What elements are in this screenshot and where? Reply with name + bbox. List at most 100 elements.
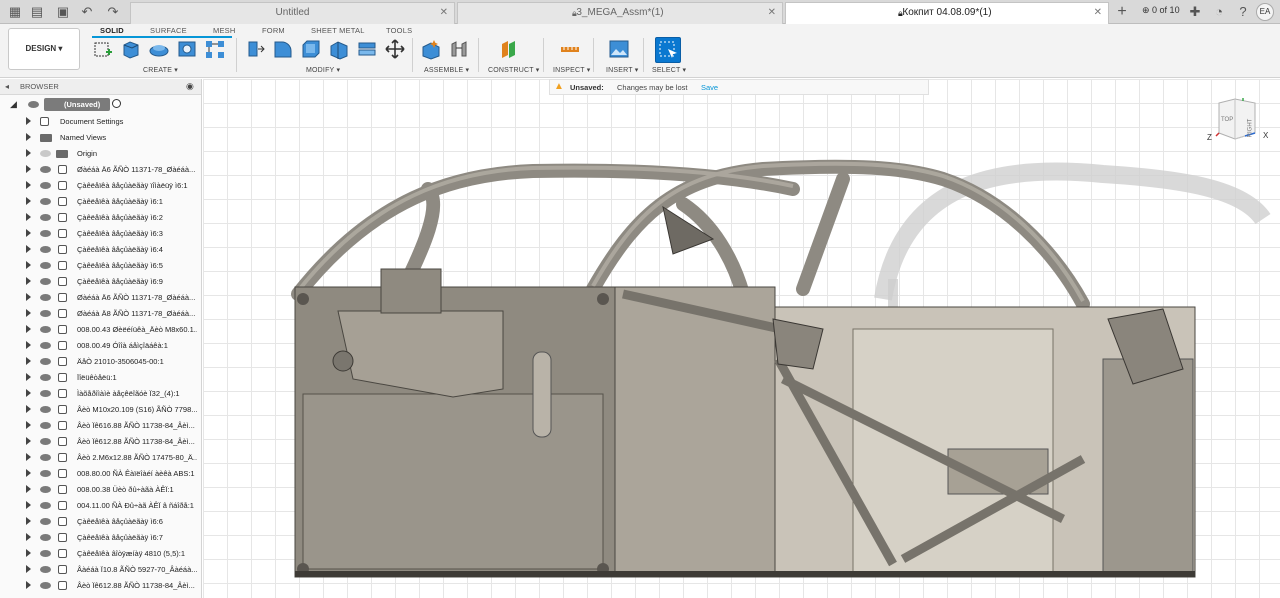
expand-icon[interactable]: ◢ xyxy=(10,99,17,110)
browser-item[interactable]: Âèò 2.M6x12.88 ÃÑÒ 17475-80_Ä... xyxy=(0,450,202,466)
browser-item[interactable]: Ïîëüêòåëü:1 xyxy=(0,370,202,386)
expand-arrow-icon[interactable] xyxy=(26,245,31,253)
browser-item[interactable]: Âèò Ïê612.88 ÃÑÒ 11738-84_Âèì... xyxy=(0,434,202,450)
expand-arrow-icon[interactable] xyxy=(26,421,31,429)
tab-mesh[interactable]: MESH xyxy=(213,26,235,35)
tab-surface[interactable]: SURFACE xyxy=(150,26,187,35)
combine-icon[interactable] xyxy=(356,38,378,60)
visibility-icon[interactable] xyxy=(40,374,51,381)
expand-arrow-icon[interactable] xyxy=(26,133,31,141)
browser-root[interactable]: ◢ (Unsaved) xyxy=(0,98,202,112)
tab-mega-assm[interactable]: 🔒︎ 3_MEGA_Assm*(1) ✕ xyxy=(457,2,783,24)
tab-solid[interactable]: SOLID xyxy=(100,26,124,35)
expand-arrow-icon[interactable] xyxy=(26,389,31,397)
browser-item[interactable]: Document Settings xyxy=(0,114,202,130)
expand-arrow-icon[interactable] xyxy=(26,149,31,157)
browser-item[interactable]: Çàêëåïêà âåçûàëãàÿ ì6:7 xyxy=(0,530,202,546)
browser-item[interactable]: 004.11.00 ÑÀ Ðû÷àã ÀÊÏ â ñáîðå:1 xyxy=(0,498,202,514)
expand-arrow-icon[interactable] xyxy=(26,229,31,237)
measure-icon[interactable] xyxy=(559,38,581,60)
tab-untitled[interactable]: Untitled ✕ xyxy=(130,2,455,24)
visibility-icon[interactable] xyxy=(40,278,51,285)
extensions-icon[interactable]: ✚ xyxy=(1186,3,1204,21)
tab-form[interactable]: FORM xyxy=(262,26,285,35)
expand-arrow-icon[interactable] xyxy=(26,581,31,589)
visibility-icon[interactable] xyxy=(40,150,51,157)
job-status[interactable]: ⊕ 0 of 10 xyxy=(1142,5,1180,16)
browser-item[interactable]: Çàêëåïêà âåçûàëãàÿ ì6:5 xyxy=(0,258,202,274)
pin-icon[interactable]: ◉ xyxy=(186,81,194,92)
visibility-icon[interactable] xyxy=(40,182,51,189)
visibility-icon[interactable] xyxy=(40,534,51,541)
expand-arrow-icon[interactable] xyxy=(26,181,31,189)
visibility-icon[interactable] xyxy=(40,358,51,365)
workspace-switcher[interactable]: DESIGN ▾ xyxy=(8,28,80,70)
activate-radio[interactable] xyxy=(112,99,121,108)
inspect-menu[interactable]: INSPECT ▾ xyxy=(553,66,590,74)
create-menu[interactable]: CREATE ▾ xyxy=(143,66,178,74)
expand-arrow-icon[interactable] xyxy=(26,261,31,269)
assemble-menu[interactable]: ASSEMBLE ▾ xyxy=(424,66,469,74)
visibility-icon[interactable] xyxy=(40,582,51,589)
create-sketch-icon[interactable] xyxy=(92,38,114,60)
notifications-icon[interactable]: ◔ xyxy=(1210,3,1228,21)
select-menu[interactable]: SELECT ▾ xyxy=(652,66,686,74)
expand-arrow-icon[interactable] xyxy=(26,517,31,525)
expand-arrow-icon[interactable] xyxy=(26,325,31,333)
avatar[interactable]: EA xyxy=(1256,3,1274,21)
insert-image-icon[interactable] xyxy=(608,38,630,60)
offset-plane-icon[interactable] xyxy=(499,38,521,60)
browser-item[interactable]: 008.00.38 Üèò ðû÷àãà ÀÊÏ:1 xyxy=(0,482,202,498)
close-icon[interactable]: ✕ xyxy=(1094,3,1102,23)
visibility-icon[interactable] xyxy=(40,454,51,461)
close-icon[interactable]: ✕ xyxy=(768,3,776,23)
visibility-icon[interactable] xyxy=(40,326,51,333)
new-component-icon[interactable] xyxy=(420,38,442,60)
visibility-icon[interactable] xyxy=(40,470,51,477)
browser-item[interactable]: Âèò M10x20.109 (S16) ÃÑÒ 7798... xyxy=(0,402,202,418)
visibility-icon[interactable] xyxy=(40,166,51,173)
expand-arrow-icon[interactable] xyxy=(26,549,31,557)
expand-arrow-icon[interactable] xyxy=(26,453,31,461)
expand-arrow-icon[interactable] xyxy=(26,469,31,477)
joint-icon[interactable] xyxy=(448,38,470,60)
expand-arrow-icon[interactable] xyxy=(26,501,31,509)
browser-item[interactable]: Çàêëåïêà âîòÿæíàÿ 4810 (5,5):1 xyxy=(0,546,202,562)
browser-item[interactable]: Çàêëåïêà âåçûàëãàÿ ì6:1 xyxy=(0,194,202,210)
tab-tools[interactable]: TOOLS xyxy=(386,26,412,35)
browser-item[interactable]: Øàéáà Ä6 ÃÑÒ 11371-78_Øàéáà... xyxy=(0,290,202,306)
visibility-icon[interactable] xyxy=(40,502,51,509)
visibility-icon[interactable] xyxy=(40,230,51,237)
browser-item[interactable]: 008.80.00 ÑÀ Êàïëîàéí àèêà ABS:1 xyxy=(0,466,202,482)
save-icon[interactable]: ▣ xyxy=(54,3,72,21)
expand-arrow-icon[interactable] xyxy=(26,117,31,125)
modify-menu[interactable]: MODIFY ▾ xyxy=(306,66,340,74)
visibility-icon[interactable] xyxy=(40,262,51,269)
browser-item[interactable]: Çàêëåïêà âåçûàëãàÿ ïîìàëüÿ ì6:1 xyxy=(0,178,202,194)
expand-arrow-icon[interactable] xyxy=(26,485,31,493)
expand-arrow-icon[interactable] xyxy=(26,565,31,573)
revolve-icon[interactable] xyxy=(148,38,170,60)
visibility-icon[interactable] xyxy=(28,101,39,108)
tab-sheet-metal[interactable]: SHEET METAL xyxy=(311,26,365,35)
visibility-icon[interactable] xyxy=(40,422,51,429)
expand-arrow-icon[interactable] xyxy=(26,533,31,541)
extrude-icon[interactable] xyxy=(120,38,142,60)
browser-item[interactable]: Âèò Ïê616.88 ÃÑÒ 11738-84_Âèì... xyxy=(0,418,202,434)
expand-arrow-icon[interactable] xyxy=(26,277,31,285)
visibility-icon[interactable] xyxy=(40,342,51,349)
expand-arrow-icon[interactable] xyxy=(26,293,31,301)
visibility-icon[interactable] xyxy=(40,198,51,205)
visibility-icon[interactable] xyxy=(40,406,51,413)
insert-menu[interactable]: INSERT ▾ xyxy=(606,66,638,74)
grid-menu-icon[interactable]: ▦ xyxy=(6,3,24,21)
expand-arrow-icon[interactable] xyxy=(26,373,31,381)
expand-arrow-icon[interactable] xyxy=(26,197,31,205)
expand-arrow-icon[interactable] xyxy=(26,213,31,221)
expand-arrow-icon[interactable] xyxy=(26,437,31,445)
collapse-icon[interactable]: ◂ xyxy=(5,82,9,91)
visibility-icon[interactable] xyxy=(40,550,51,557)
browser-item[interactable]: 008.00.43 Øèëéíüêà_Äèò M8x60.1... xyxy=(0,322,202,338)
expand-arrow-icon[interactable] xyxy=(26,405,31,413)
browser-item[interactable]: ÄåÒ 21010-3506045-00:1 xyxy=(0,354,202,370)
